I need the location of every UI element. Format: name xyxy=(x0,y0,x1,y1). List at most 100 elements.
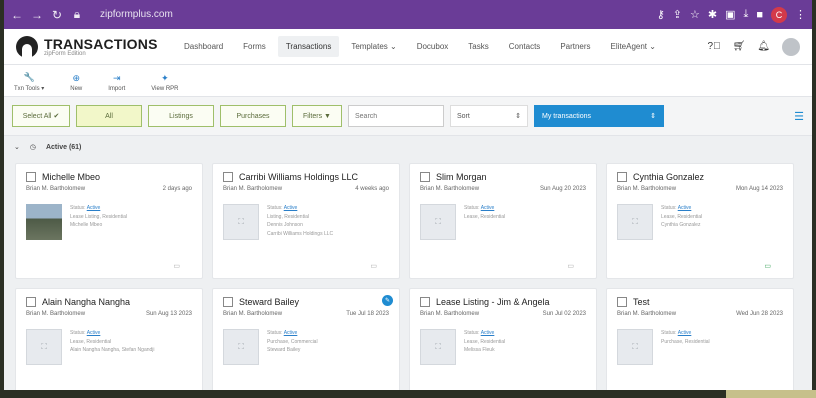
card-agent: Brian M. Bartholomew xyxy=(617,186,677,192)
filter-funnel-icon: ▼ xyxy=(324,112,331,120)
comment-icon[interactable]: ▭ xyxy=(173,262,180,270)
transaction-card[interactable]: ✎ Steward Bailey Brian M. Bartholomew Tu… xyxy=(212,288,400,390)
window-icon[interactable]: ■ xyxy=(756,9,763,21)
card-title[interactable]: Test xyxy=(633,297,650,307)
nav-contacts[interactable]: Contacts xyxy=(501,36,549,57)
status-value[interactable]: Active xyxy=(87,330,101,336)
profile-avatar[interactable]: C xyxy=(771,6,787,23)
card-checkbox[interactable] xyxy=(26,172,36,182)
view-rpr-button[interactable]: ✦ View RPR xyxy=(151,73,178,92)
back-arrow-icon[interactable]: ← xyxy=(10,8,24,22)
status-label: Status: xyxy=(70,205,86,211)
menu-dots-icon[interactable]: ⋮ xyxy=(795,8,806,21)
list-view-icon[interactable]: ☰ xyxy=(794,110,804,123)
card-title[interactable]: Steward Bailey xyxy=(239,297,299,307)
clock-icon: ◷ xyxy=(29,144,36,151)
transaction-card[interactable]: Test Brian M. Bartholomew Wed Jun 28 202… xyxy=(606,288,794,390)
sort-select[interactable]: Sort ⇕ xyxy=(450,105,528,127)
card-client: Dennis Johnson xyxy=(267,222,303,228)
wrench-icon: 🔧 xyxy=(23,72,35,82)
extension-icon[interactable]: ✱ xyxy=(708,8,717,21)
card-date: 2 days ago xyxy=(162,186,192,192)
card-checkbox[interactable] xyxy=(223,172,233,182)
status-value[interactable]: Active xyxy=(87,205,101,211)
card-title[interactable]: Carribi Williams Holdings LLC xyxy=(239,172,358,182)
share-icon[interactable]: ⇪ xyxy=(673,8,682,21)
card-checkbox[interactable] xyxy=(420,172,430,182)
card-title[interactable]: Michelle Mbeo xyxy=(42,172,100,182)
active-section-header[interactable]: ⌄ ◷ Active (61) xyxy=(4,136,812,158)
download-icon[interactable]: ⤓ xyxy=(743,8,748,21)
nav-dashboard[interactable]: Dashboard xyxy=(176,36,231,57)
card-client: Alain Nangha Nangha, Stefan Ngandji xyxy=(70,347,155,353)
new-button[interactable]: ⊕ New xyxy=(70,73,82,92)
card-checkbox[interactable] xyxy=(617,172,627,182)
status-label: Status: xyxy=(661,205,677,211)
card-title[interactable]: Cynthia Gonzalez xyxy=(633,172,704,182)
card-checkbox[interactable] xyxy=(26,297,36,307)
collapse-chevron-icon[interactable]: ⌄ xyxy=(14,143,20,151)
search-input[interactable] xyxy=(348,105,444,127)
card-checkbox[interactable] xyxy=(223,297,233,307)
card-checkbox[interactable] xyxy=(617,297,627,307)
nav-transactions[interactable]: Transactions xyxy=(277,36,340,57)
card-title[interactable]: Lease Listing - Jim & Angela xyxy=(436,297,550,307)
transaction-card[interactable]: Alain Nangha Nangha Brian M. Bartholomew… xyxy=(15,288,203,390)
card-title[interactable]: Alain Nangha Nangha xyxy=(42,297,130,307)
status-value[interactable]: Active xyxy=(284,330,298,336)
select-all-label: Select All xyxy=(22,112,52,120)
logo[interactable]: TRANSACTIONS zipForm Edition xyxy=(16,35,176,58)
txn-tools-button[interactable]: 🔧 Txn Tools ▾ xyxy=(14,72,44,92)
status-value[interactable]: Active xyxy=(284,205,298,211)
bell-icon[interactable]: 🔔︎ xyxy=(757,41,770,52)
url-text[interactable]: zipformplus.com xyxy=(100,9,173,20)
select-all-button[interactable]: Select All ✔ xyxy=(12,105,70,127)
card-agent: Brian M. Bartholomew xyxy=(26,311,86,317)
nav-partners[interactable]: Partners xyxy=(552,36,598,57)
status-label: Status: xyxy=(267,205,283,211)
import-button[interactable]: ⇥ Import xyxy=(108,73,125,92)
rpr-icon: ✦ xyxy=(161,73,169,83)
nav-eliteagent[interactable]: EliteAgent ⌄ xyxy=(603,36,664,57)
nav-templates[interactable]: Templates ⌄ xyxy=(343,36,404,57)
nav-forms[interactable]: Forms xyxy=(235,36,274,57)
help-icon[interactable]: ?⃝ xyxy=(708,41,721,52)
card-agent: Brian M. Bartholomew xyxy=(223,186,283,192)
comment-icon[interactable]: ▭ xyxy=(370,262,377,270)
nav-tasks[interactable]: Tasks xyxy=(460,36,496,57)
info-badge-icon[interactable]: ✎ xyxy=(382,295,393,306)
my-transactions-select[interactable]: My transactions ⇕ xyxy=(534,105,664,127)
nav-docubox[interactable]: Docubox xyxy=(409,36,457,57)
filter-all-button[interactable]: All xyxy=(76,105,142,127)
status-value[interactable]: Active xyxy=(678,205,692,211)
transaction-card[interactable]: Lease Listing - Jim & Angela Brian M. Ba… xyxy=(409,288,597,390)
transaction-grid: Michelle Mbeo Brian M. Bartholomew 2 day… xyxy=(4,158,812,390)
user-avatar[interactable] xyxy=(782,37,800,56)
transaction-card[interactable]: Slim Morgan Brian M. Bartholomew Sun Aug… xyxy=(409,163,597,279)
cart-icon[interactable]: 🛒︎ xyxy=(733,41,746,52)
comment-icon[interactable]: ▭ xyxy=(567,262,574,270)
status-value[interactable]: Active xyxy=(678,330,692,336)
filters-button[interactable]: Filters ▼ xyxy=(292,105,342,127)
filter-listings-button[interactable]: Listings xyxy=(148,105,214,127)
filters-label: Filters xyxy=(303,112,323,120)
card-client-2: Carribi Williams Holdings LLC xyxy=(267,230,334,237)
status-value[interactable]: Active xyxy=(481,330,495,336)
transaction-card[interactable]: Michelle Mbeo Brian M. Bartholomew 2 day… xyxy=(15,163,203,279)
card-agent: Brian M. Bartholomew xyxy=(617,311,677,317)
filter-purchases-button[interactable]: Purchases xyxy=(220,105,286,127)
forward-arrow-icon[interactable]: → xyxy=(30,8,44,22)
transaction-card[interactable]: Carribi Williams Holdings LLC Brian M. B… xyxy=(212,163,400,279)
app-frame: ← → ↻ 🔒︎ zipformplus.com ⚷ ⇪ ☆ ✱ ▣ ⤓ ■ C… xyxy=(4,0,812,390)
star-icon[interactable]: ☆ xyxy=(690,8,700,21)
card-title[interactable]: Slim Morgan xyxy=(436,172,487,182)
card-checkbox[interactable] xyxy=(420,297,430,307)
comment-icon[interactable]: ▭ xyxy=(764,262,771,270)
key-icon[interactable]: ⚷ xyxy=(657,8,665,21)
tabs-icon[interactable]: ▣ xyxy=(725,8,735,21)
reload-icon[interactable]: ↻ xyxy=(50,8,64,22)
transaction-card[interactable]: Cynthia Gonzalez Brian M. Bartholomew Mo… xyxy=(606,163,794,279)
placeholder-image-icon: ⛶ xyxy=(617,204,653,240)
status-label: Status: xyxy=(70,330,86,336)
status-value[interactable]: Active xyxy=(481,205,495,211)
